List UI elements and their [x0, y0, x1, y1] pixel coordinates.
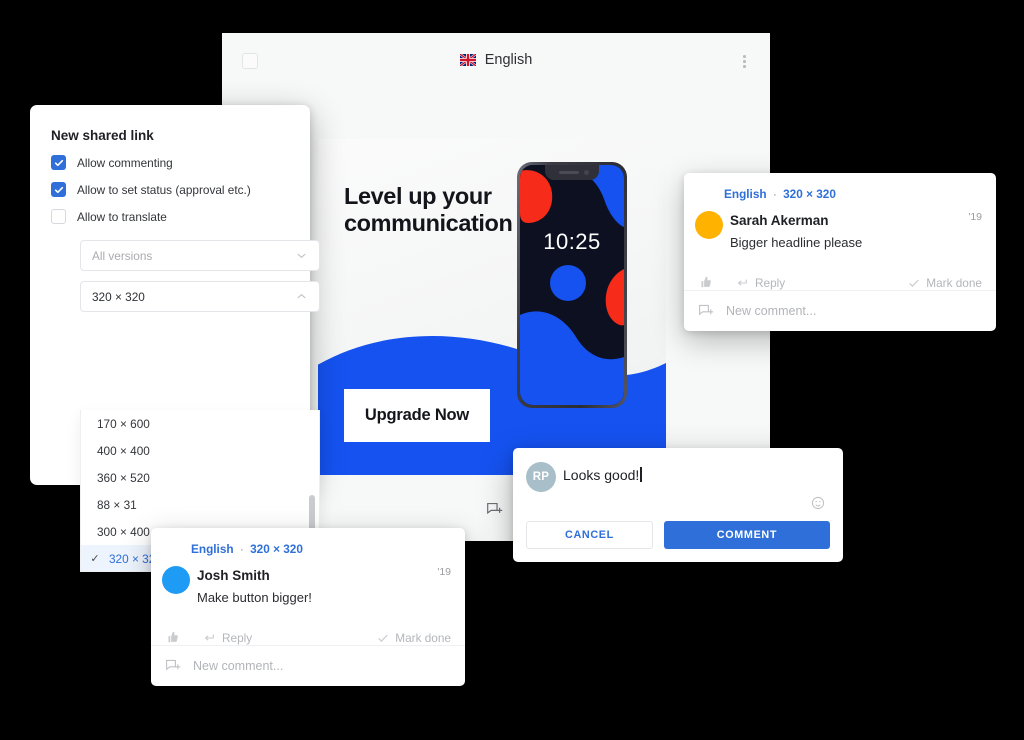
comment-meta: English · 320 × 320 — [724, 187, 836, 201]
comment-meta-separator: · — [772, 187, 777, 201]
composer-buttons: CANCEL COMMENT — [526, 521, 830, 549]
phone-notch — [545, 165, 599, 180]
language-indicator[interactable]: English — [222, 52, 770, 68]
phone-mockup: 10:25 — [517, 162, 627, 408]
checkbox-row-allow-translate[interactable]: Allow to translate — [51, 209, 167, 224]
mark-done-button[interactable]: Mark done — [377, 631, 451, 645]
reply-label: Reply — [755, 276, 786, 290]
allow-set-status-checkbox[interactable] — [51, 182, 66, 197]
comment-input[interactable]: Looks good! — [563, 467, 642, 483]
allow-set-status-label: Allow to set status (approval etc.) — [77, 182, 251, 197]
allow-translate-label: Allow to translate — [77, 209, 167, 224]
comment-meta-separator: · — [239, 542, 244, 556]
comment-text: Make button bigger! — [197, 590, 312, 605]
screenshot-root: English Level up your communication Upgr… — [0, 0, 1024, 740]
new-shared-link-card: New shared link Allow commenting Allow t… — [30, 105, 320, 572]
chevron-up-icon — [297, 293, 306, 299]
allow-commenting-checkbox[interactable] — [51, 155, 66, 170]
comment-input-value: Looks good! — [563, 467, 640, 483]
phone-camera — [584, 170, 589, 175]
avatar: RP — [526, 462, 556, 492]
check-icon: ✓ — [90, 553, 100, 565]
chevron-down-icon — [297, 253, 306, 259]
phone-speaker — [559, 171, 579, 174]
phone-screen: 10:25 — [520, 165, 624, 405]
language-label: English — [484, 52, 533, 68]
comment-date: '19 — [968, 211, 982, 223]
allow-translate-checkbox[interactable] — [51, 209, 66, 224]
comment-add-icon — [699, 304, 714, 316]
size-option[interactable]: 170 × 600 — [81, 410, 319, 437]
creative-cta-button[interactable]: Upgrade Now — [344, 389, 490, 442]
reply-button[interactable]: Reply — [203, 631, 252, 645]
comment-meta-language: English — [191, 542, 234, 556]
mark-done-label: Mark done — [395, 631, 451, 645]
checkbox-row-allow-set-status[interactable]: Allow to set status (approval etc.) — [51, 182, 251, 197]
comment-date: '19 — [437, 566, 451, 578]
creative-artwork: Level up your communication Upgrade Now — [318, 139, 666, 475]
new-comment-placeholder: New comment... — [726, 304, 817, 318]
check-icon — [378, 634, 388, 643]
size-option[interactable]: 360 × 520 — [81, 464, 319, 491]
reply-arrow-icon — [737, 279, 747, 286]
size-option[interactable]: 88 × 31 — [81, 491, 319, 518]
new-comment-row[interactable]: New comment... — [151, 645, 465, 686]
size-select-value: 320 × 320 — [92, 289, 145, 304]
avatar — [162, 566, 190, 594]
allow-commenting-label: Allow commenting — [77, 155, 173, 170]
comment-author: Sarah Akerman — [730, 213, 829, 228]
creative-headline: Level up your communication — [344, 183, 513, 237]
mark-done-button[interactable]: Mark done — [908, 276, 982, 290]
thumbs-up-icon[interactable] — [698, 275, 712, 292]
comment-add-icon[interactable] — [486, 501, 503, 523]
comment-button[interactable]: COMMENT — [663, 521, 830, 549]
checkbox-row-allow-commenting[interactable]: Allow commenting — [51, 155, 173, 170]
reply-arrow-icon — [204, 634, 214, 641]
new-comment-row[interactable]: New comment... — [684, 290, 996, 331]
check-icon — [909, 279, 919, 288]
mark-done-label: Mark done — [926, 276, 982, 290]
phone-wallpaper-blobs — [520, 165, 624, 405]
reply-button[interactable]: Reply — [736, 276, 785, 290]
version-select[interactable]: All versions — [80, 240, 320, 271]
new-comment-placeholder: New comment... — [193, 659, 284, 673]
panel-header: English — [222, 33, 770, 91]
cancel-button[interactable]: CANCEL — [526, 521, 653, 549]
comment-text: Bigger headline please — [730, 235, 863, 250]
smiley-icon[interactable] — [811, 496, 825, 515]
phone-clock: 10:25 — [543, 229, 601, 254]
share-card-title: New shared link — [51, 128, 154, 143]
comment-meta-language: English — [724, 187, 767, 201]
uk-flag-icon — [459, 54, 476, 66]
size-option[interactable]: 400 × 400 — [81, 437, 319, 464]
comment-card: English · 320 × 320 Sarah Akerman '19 Bi… — [684, 173, 996, 331]
size-select[interactable]: 320 × 320 — [80, 281, 320, 312]
comment-composer: RP Looks good! CANCEL COMMENT — [513, 448, 843, 562]
text-caret — [640, 467, 642, 482]
thumbs-up-icon[interactable] — [165, 630, 179, 647]
comment-add-icon — [166, 659, 181, 671]
comment-meta-size: 320 × 320 — [250, 542, 303, 556]
version-select-value: All versions — [92, 248, 153, 263]
reply-label: Reply — [222, 631, 253, 645]
comment-meta-size: 320 × 320 — [783, 187, 836, 201]
comment-author: Josh Smith — [197, 568, 270, 583]
comment-meta: English · 320 × 320 — [191, 542, 303, 556]
avatar — [695, 211, 723, 239]
comment-card: English · 320 × 320 Josh Smith '19 Make … — [151, 528, 465, 686]
kebab-menu-icon[interactable] — [743, 55, 746, 68]
